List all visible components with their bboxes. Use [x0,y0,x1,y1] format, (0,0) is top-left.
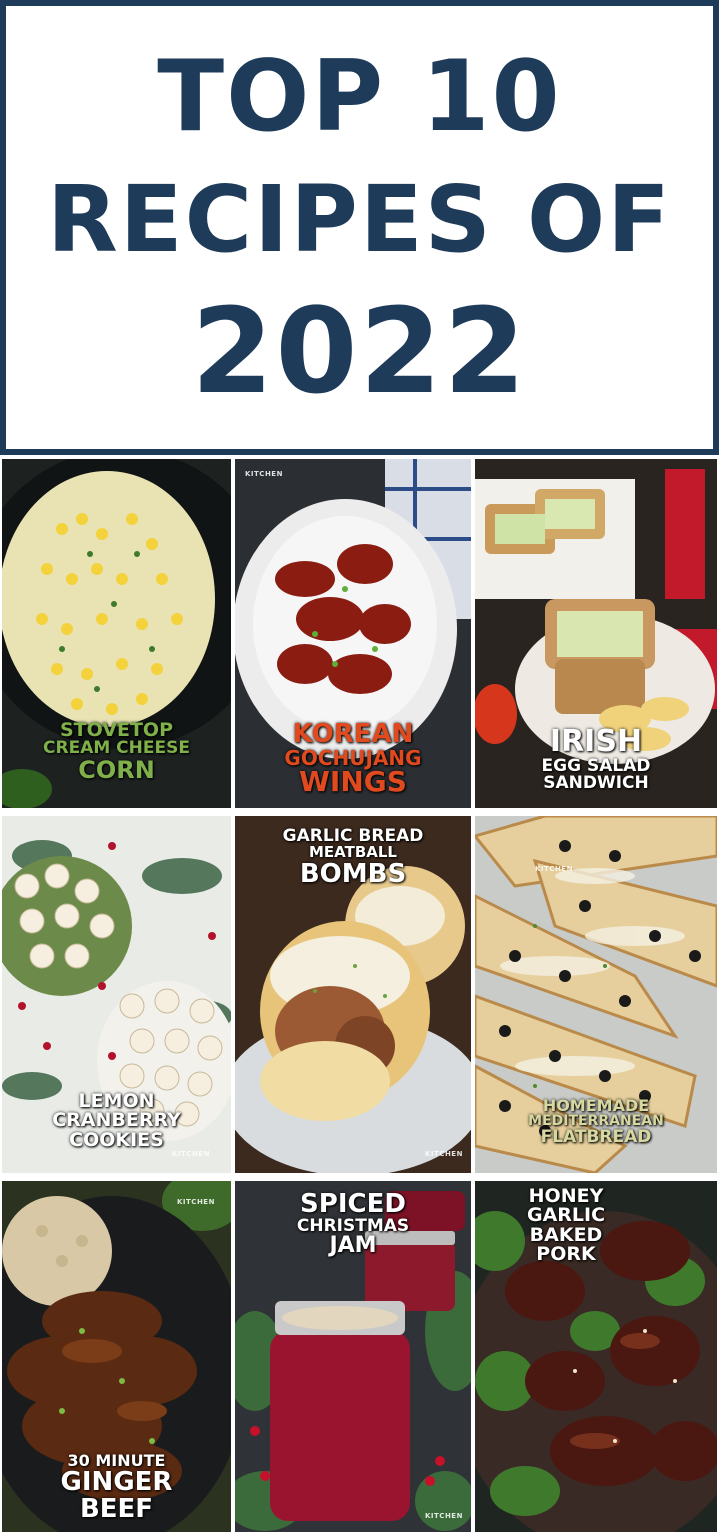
recipe-tile-sandwich[interactable]: IRISH EGG SALAD SANDWICH [475,459,717,808]
recipe-tile-jam[interactable]: KITCHEN SPICED CHRISTMAS JAM [235,1181,471,1532]
caption-line: GINGER [60,1467,173,1498]
recipe-caption: STOVETOP CREAM CHEESE CORN [2,720,231,784]
kitchen-watermark: KITCHEN [172,1150,210,1158]
caption-line: CORN [78,755,155,784]
recipe-tile-bombs[interactable]: KITCHEN GARLIC BREAD MEATBALL BOMBS [235,816,471,1173]
kitchen-watermark: KITCHEN [245,470,283,478]
kitchen-watermark: KITCHEN [177,1198,215,1206]
caption-line: COOKIES [69,1128,164,1151]
recipe-tile-wings[interactable]: KITCHEN KOREAN GOCHUJANG WINGS [235,459,471,808]
recipe-grid: STOVETOP CREAM CHEESE CORN KITCHEN KOREA… [0,455,719,1536]
kitchen-watermark: KITCHEN [535,865,573,873]
title-line-1: TOP 10 [157,40,562,154]
recipe-tile-ginger-beef[interactable]: KITCHEN 30 MINUTE GINGER BEEF [2,1181,231,1532]
title-line-3: 2022 [191,282,528,420]
caption-line: JAM [329,1232,377,1258]
caption-line: GARLIC [526,1204,606,1227]
kitchen-watermark: KITCHEN [425,1512,463,1520]
recipe-caption: HOMEMADE MEDITERRANEAN FLATBREAD [475,1096,717,1147]
caption-line: SANDWICH [543,772,649,793]
caption-line: SPICED [300,1189,406,1219]
caption-line: BOMBS [299,858,407,889]
recipe-caption: LEMON CRANBERRY COOKIES [2,1091,231,1151]
recipe-caption: HONEY GARLIC BAKED PORK [475,1186,717,1266]
caption-line: BAKED [529,1223,603,1246]
kitchen-watermark: KITCHEN [425,1150,463,1158]
caption-line: FLATBREAD [540,1126,652,1147]
recipe-caption: GARLIC BREAD MEATBALL BOMBS [235,827,471,889]
recipe-tile-pork[interactable]: HONEY GARLIC BAKED PORK [475,1181,717,1532]
recipe-caption: KOREAN GOCHUJANG WINGS [235,721,471,796]
caption-line: BEEF [79,1493,154,1524]
recipe-caption: 30 MINUTE GINGER BEEF [2,1452,231,1524]
caption-line: CRANBERRY [52,1109,181,1132]
title-line-2: RECIPES OF [46,166,673,273]
title-banner: TOP 10 RECIPES OF 2022 [0,0,719,455]
caption-line: HOMEMADE [542,1096,650,1115]
recipe-tile-flatbread[interactable]: KITCHEN HOMEMADE MEDITERRANEAN FLATBREAD [475,816,717,1173]
recipe-tile-corn[interactable]: STOVETOP CREAM CHEESE CORN [2,459,231,808]
caption-line: WINGS [299,764,407,798]
caption-line: KOREAN [292,719,414,749]
caption-line: PORK [536,1243,596,1266]
recipe-caption: IRISH EGG SALAD SANDWICH [475,724,717,793]
recipe-caption: SPICED CHRISTMAS JAM [235,1191,471,1257]
recipe-tile-cookies[interactable]: KITCHEN LEMON CRANBERRY COOKIES [2,816,231,1173]
caption-line: IRISH [549,724,643,759]
